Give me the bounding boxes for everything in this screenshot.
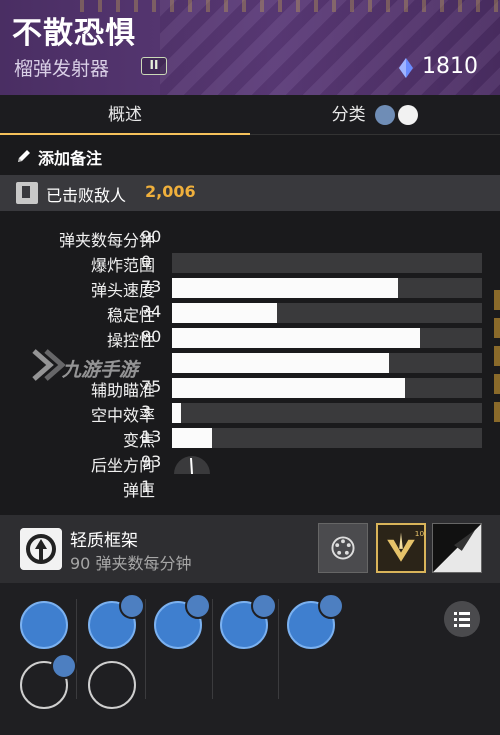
stat-value: 80 (141, 327, 162, 346)
stat-value: 93 (141, 452, 162, 471)
stat-row-handling: 操控性 80 (0, 325, 500, 350)
perk-column-divider (212, 599, 213, 699)
stat-bar (172, 428, 482, 448)
warlock-class-icon (375, 105, 395, 125)
category-icons (375, 95, 419, 135)
stat-row-obscured (0, 350, 500, 374)
stat-bar (172, 253, 482, 273)
stat-value: 73 (141, 277, 162, 296)
tab-category[interactable]: 分类 (250, 95, 500, 135)
perk-alt-launcher-icon[interactable] (88, 661, 136, 709)
kill-tracker-count: 2,006 (145, 182, 196, 201)
perk-column-divider (278, 599, 279, 699)
stat-row-velocity: 弹头速度 73 (0, 275, 500, 300)
side-scrollbar[interactable] (494, 290, 500, 470)
stat-value: 3 (141, 402, 152, 421)
stat-bar (172, 353, 482, 373)
kill-tracker[interactable]: 已击败敌人 2,006 (0, 175, 500, 211)
scroll-mark (494, 290, 500, 310)
scroll-mark (494, 374, 500, 394)
stat-row-magazine: 弹匣 1 (0, 475, 500, 500)
power-level: 1810 (422, 54, 478, 79)
stat-bar (172, 303, 482, 323)
stat-row-aim-assist: 辅助瞄准 75 (0, 375, 500, 400)
ornament-icon[interactable] (432, 523, 482, 573)
stat-bar-fill (172, 328, 420, 348)
perk-barrel-icon[interactable] (20, 601, 68, 649)
stat-bar (172, 328, 482, 348)
scroll-mark (494, 346, 500, 366)
stat-row-airborne: 空中效率 3 (0, 400, 500, 425)
frame-description: 90 弹夹数每分钟 (70, 554, 192, 573)
thumbs-up-icon (51, 653, 77, 679)
stat-bar-fill (172, 278, 399, 298)
stat-bar-fill (172, 353, 389, 373)
stat-row-rpm: 弹夹数每分钟 90 (0, 225, 500, 250)
stat-bar-fill (172, 303, 278, 323)
stat-row-blast-radius: 爆炸范围 0 (0, 250, 500, 275)
stat-value: 90 (141, 227, 162, 246)
thumbs-up-icon (119, 593, 145, 619)
tab-overview[interactable]: 概述 (0, 95, 250, 135)
weapon-name: 不散恐惧 (12, 16, 136, 51)
perk-grid (0, 583, 500, 735)
lightweight-frame-icon[interactable] (20, 528, 62, 570)
stat-bar (172, 278, 482, 298)
stats-panel: 弹夹数每分钟 90 爆炸范围 0 弹头速度 73 稳定性 34 操控性 80 辅… (0, 225, 500, 505)
pencil-icon (18, 150, 30, 162)
thumbs-up-icon (251, 593, 277, 619)
stat-value: 13 (141, 427, 162, 446)
svg-text:10: 10 (415, 529, 425, 538)
stat-row-zoom: 变焦 13 (0, 425, 500, 450)
stat-bar (172, 403, 482, 423)
weapon-header: 不散恐惧 榴弹发射器 II 1810 (0, 0, 500, 95)
stat-value: 75 (141, 377, 162, 396)
recoil-direction-icon (174, 456, 210, 474)
tab-bar: 概述 分类 (0, 95, 500, 135)
stat-bar-fill (172, 403, 182, 423)
stat-bar-fill (172, 378, 405, 398)
stat-row-recoil: 后坐方向 93 (0, 450, 500, 475)
list-icon[interactable] (444, 601, 480, 637)
header-pattern (160, 0, 500, 95)
stat-value: 34 (141, 302, 162, 321)
intrinsic-frame: 轻质框架 90 弹夹数每分钟 10 (0, 515, 500, 583)
perk-column-divider (76, 599, 77, 699)
add-note-label: 添加备注 (38, 149, 103, 168)
kill-tracker-label: 已击败敌人 (46, 186, 127, 205)
thumbs-up-icon (318, 593, 344, 619)
weapon-type: 榴弹发射器 (14, 58, 110, 80)
stat-bar (172, 378, 482, 398)
add-note-button[interactable]: 添加备注 (0, 139, 500, 173)
mod-slot-icon[interactable] (318, 523, 368, 573)
helmet-icon (398, 105, 419, 125)
frame-name: 轻质框架 (70, 531, 138, 551)
kill-tracker-icon (16, 182, 38, 204)
tab-category-label: 分类 (331, 105, 366, 125)
scroll-mark (494, 402, 500, 422)
scroll-mark (494, 318, 500, 338)
header-gold-trim (80, 0, 500, 12)
masterwork-icon[interactable]: 10 (376, 523, 426, 573)
stat-row-stability: 稳定性 34 (0, 300, 500, 325)
thumbs-up-icon (185, 593, 211, 619)
power-crystal-icon (399, 58, 413, 78)
stat-value: 0 (141, 252, 152, 271)
perk-column-divider (145, 599, 146, 699)
slot-badge: II (141, 57, 167, 75)
stat-value: 1 (141, 477, 152, 496)
stat-bar-fill (172, 428, 213, 448)
